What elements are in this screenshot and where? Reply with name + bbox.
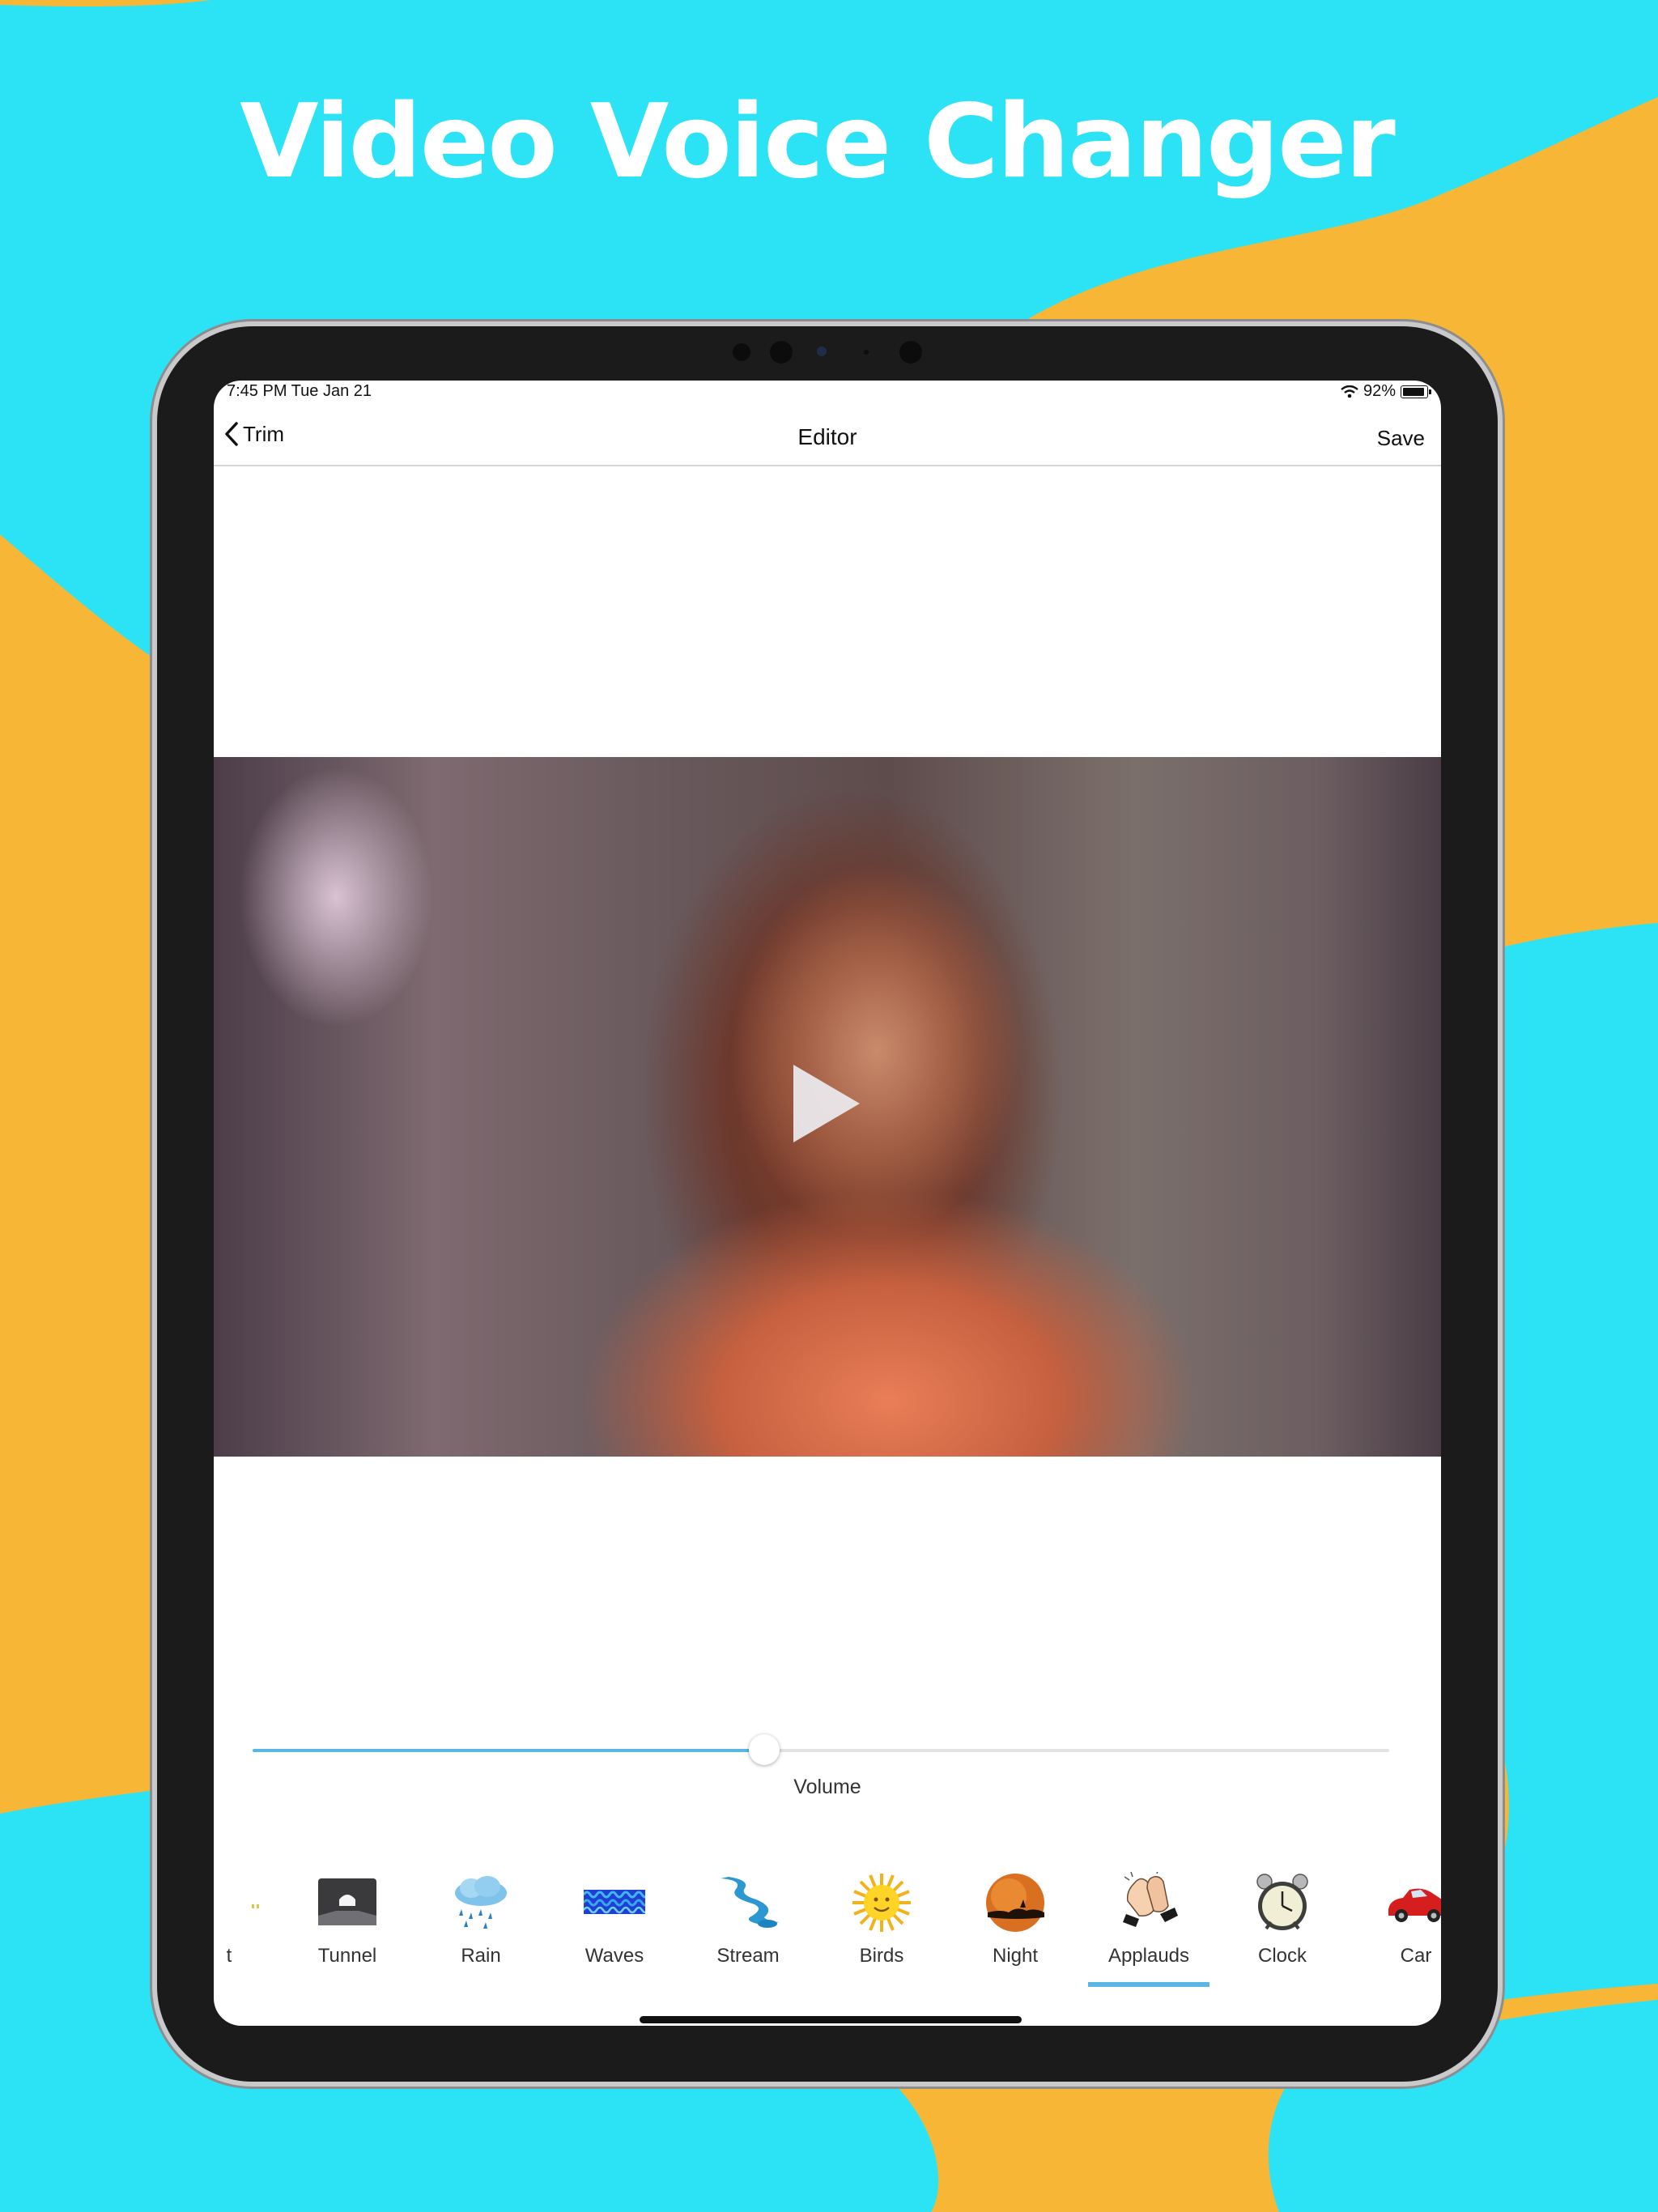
volume-slider[interactable]: [253, 1734, 1389, 1767]
tunnel-icon: [318, 1878, 376, 1925]
app-screen: 7:45 PM Tue Jan 21 92% Trim Editor Save …: [214, 381, 1441, 2026]
effect-label: Car: [1400, 1945, 1432, 1967]
partial-icon: [252, 1904, 259, 1908]
effect-item-applauds[interactable]: Applauds: [1088, 1872, 1209, 1993]
stream-icon: [721, 1877, 779, 1928]
volume-label: Volume: [793, 1776, 861, 1798]
effect-label: Night: [992, 1945, 1039, 1967]
camera-icon: [733, 338, 927, 366]
effect-item-stream[interactable]: Stream: [687, 1872, 809, 1993]
status-time: 7:45 PM Tue Jan 21: [227, 382, 372, 400]
video-preview[interactable]: [214, 757, 1441, 1457]
effect-item-night[interactable]: Night: [954, 1872, 1076, 1993]
waves-icon: [584, 1890, 645, 1914]
rain-cloud-icon: [455, 1876, 507, 1929]
effect-item-clock[interactable]: Clock: [1222, 1872, 1343, 1993]
red-car-icon: [1388, 1888, 1441, 1922]
status-bar: 7:45 PM Tue Jan 21 92%: [214, 381, 1441, 410]
effect-label: Clock: [1257, 1945, 1307, 1967]
effect-label: t: [226, 1945, 232, 1967]
promo-headline: Video Voice Changer: [240, 82, 1396, 201]
effect-item-birds[interactable]: Birds: [821, 1872, 942, 1993]
device-volume-up-button: [1499, 450, 1504, 510]
battery-icon: [1401, 385, 1431, 398]
alarm-clock-icon: [1256, 1874, 1308, 1930]
effect-item-tunnel[interactable]: Tunnel: [287, 1872, 408, 1993]
battery-level: [1403, 387, 1424, 396]
page-title: Editor: [797, 424, 857, 449]
volume-track-filled: [253, 1749, 764, 1752]
effect-item-waves[interactable]: Waves: [554, 1872, 675, 1993]
effect-item-rain[interactable]: Rain: [420, 1872, 542, 1993]
effect-label: Tunnel: [317, 1945, 377, 1967]
effect-item-car[interactable]: Car: [1355, 1872, 1441, 1993]
home-indicator[interactable]: [640, 2016, 1022, 2023]
effect-label: Applauds: [1107, 1945, 1190, 1967]
night-moon-icon: [986, 1874, 1044, 1932]
effect-label: Waves: [585, 1945, 644, 1967]
battery-percent: 92%: [1363, 382, 1396, 400]
effect-label: Birds: [859, 1945, 904, 1967]
wifi-icon: [1341, 385, 1358, 398]
sun-icon: [852, 1874, 911, 1932]
effect-label: Rain: [461, 1945, 501, 1967]
device-volume-down-button: [1499, 525, 1504, 585]
effects-strip[interactable]: t Tunnel Rain Waves Stream Birds Night A…: [214, 1872, 1441, 1993]
volume-thumb[interactable]: [748, 1734, 780, 1765]
effect-label: Stream: [716, 1945, 780, 1967]
selected-effect-indicator: [1088, 1982, 1209, 1987]
effect-item-partial[interactable]: t: [214, 1872, 290, 1993]
clapping-hands-icon: [1123, 1872, 1178, 1927]
save-button[interactable]: Save: [1377, 426, 1425, 451]
play-icon[interactable]: [793, 1065, 860, 1142]
navigation-bar: Trim Editor Save: [214, 410, 1441, 466]
